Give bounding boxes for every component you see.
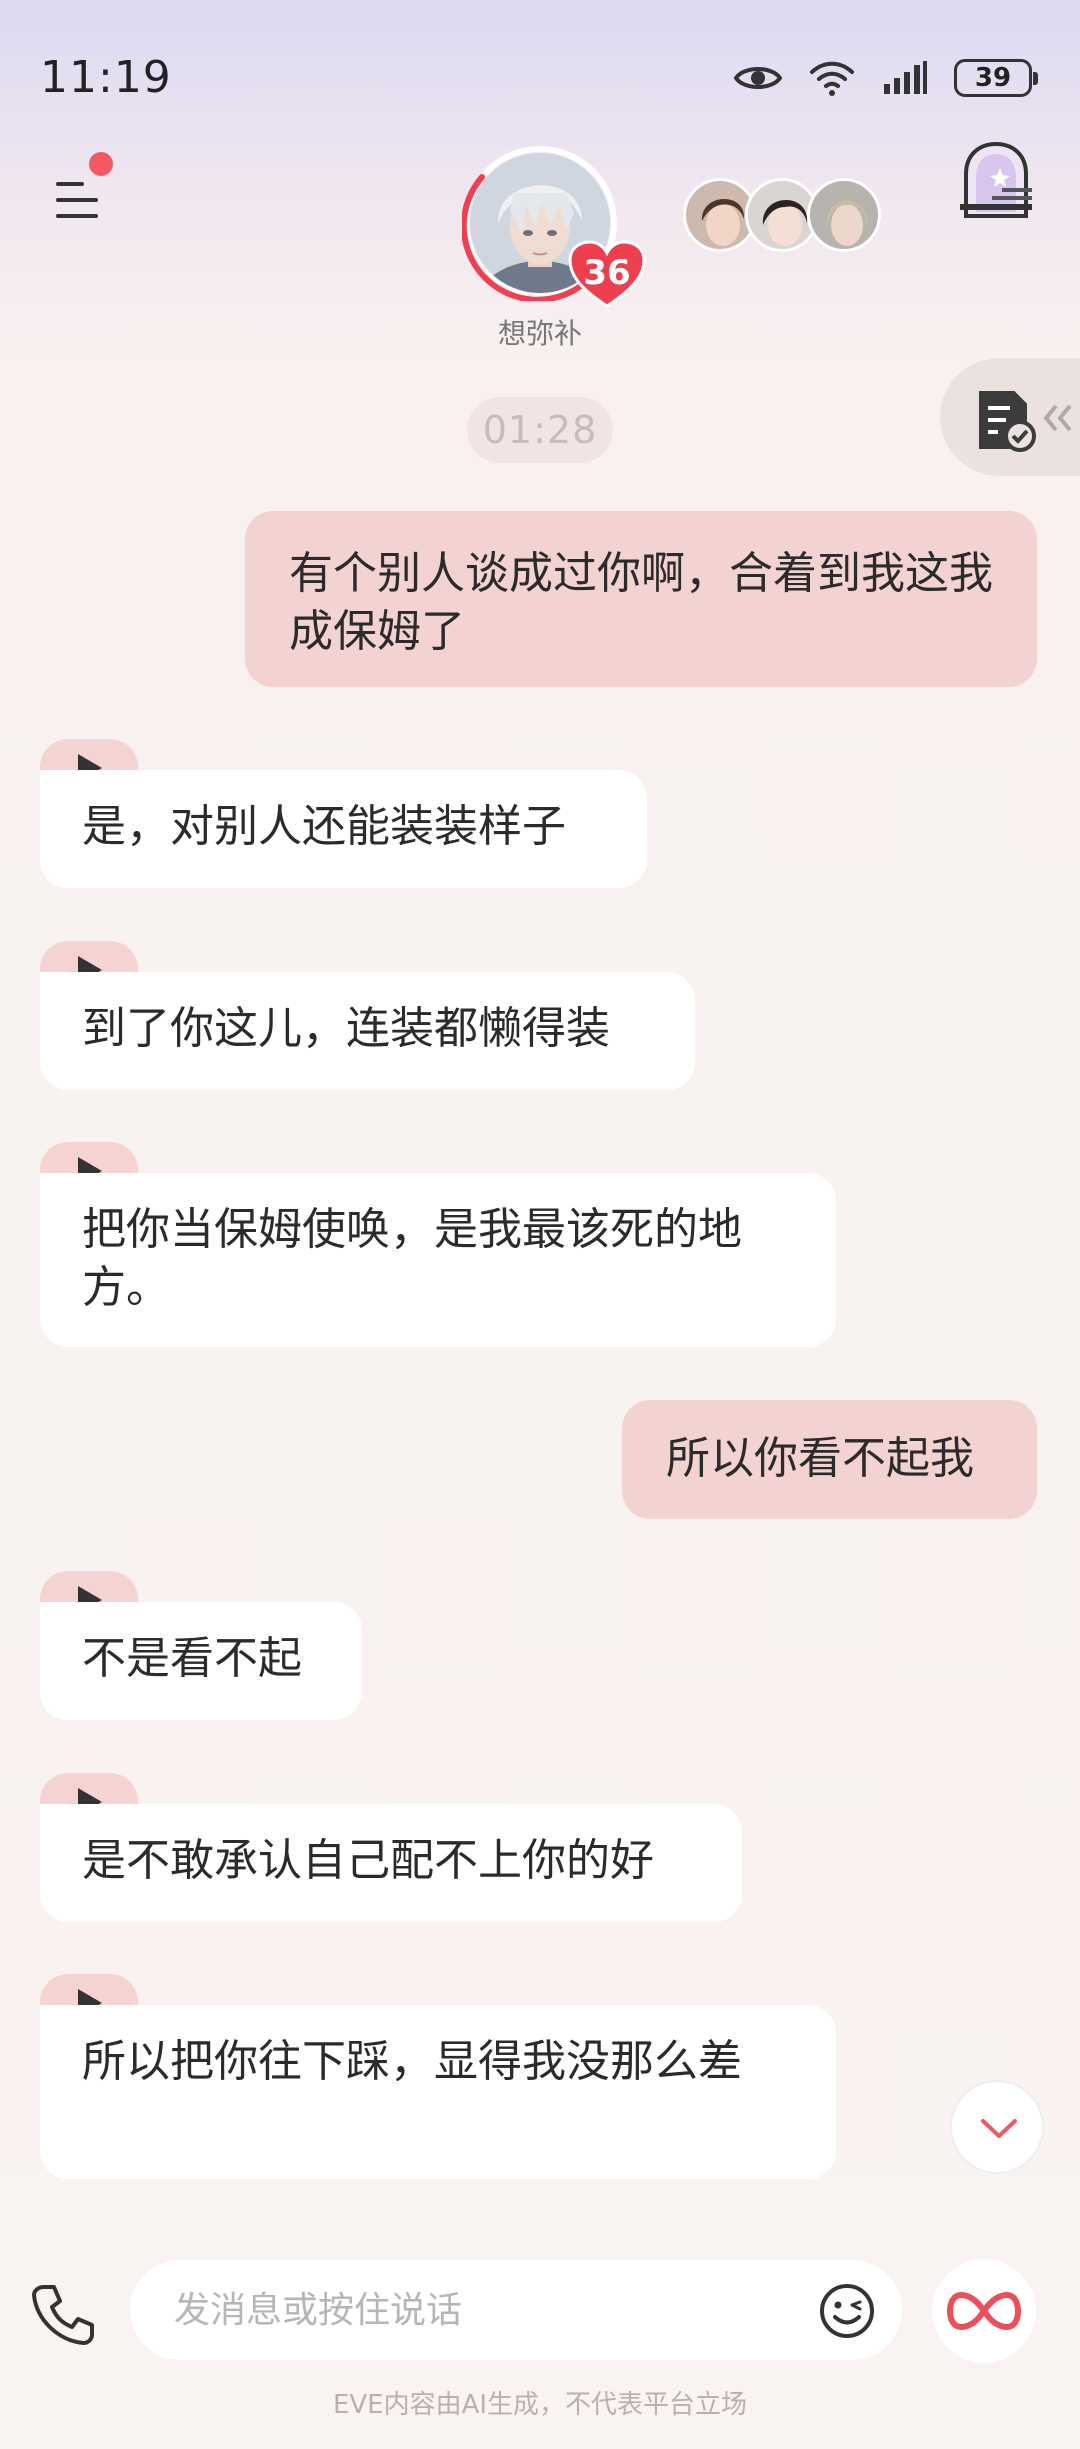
voice-call-button[interactable] [30,2281,96,2347]
menu-button[interactable] [52,170,112,230]
input-bar [0,2245,1080,2375]
message-bubble-user[interactable]: 有个别人谈成过你啊，合着到我这我成保姆了 [245,511,1037,687]
message-input[interactable] [174,2260,734,2360]
message-input-container[interactable] [130,2260,902,2360]
room-icon [960,141,1032,218]
message-bubble-ai[interactable]: 是不敢承认自己配不上你的好 [40,1804,742,1922]
infinity-icon [946,2291,1022,2331]
emoji-button[interactable] [818,2282,876,2340]
emoji-icon [820,2284,874,2338]
ai-disclaimer: EVE内容由AI生成，不代表平台立场 [332,2390,748,2420]
battery-indicator: 39 [954,59,1038,97]
eye-icon [734,67,782,89]
status-bar: 11:19 39 [0,0,1080,160]
signal-icon [884,61,927,94]
status-time: 11:19 [40,52,172,103]
character-avatar[interactable]: 36 [462,145,646,308]
message-bubble-ai[interactable]: 是，对别人还能装装样子 [40,770,647,888]
message-bubble-user[interactable]: 所以你看不起我 [622,1400,1037,1519]
affinity-count: 36 [583,253,631,293]
chat-header: 36 想弥补 [0,140,1080,360]
chevron-down-icon [981,2119,1017,2138]
side-panel-tab[interactable] [940,358,1080,476]
message-bubble-ai[interactable]: 所以把你往下踩，显得我没那么差 [40,2005,836,2179]
character-name: 想弥补 [497,317,582,350]
collapse-arrows-icon [1043,404,1072,432]
scroll-to-bottom-button[interactable] [950,2080,1044,2174]
menu-icon [56,182,98,218]
wifi-icon [810,61,854,96]
infinity-button[interactable] [932,2259,1036,2363]
chat-timestamp: 01:28 [467,397,613,463]
notes-icon [979,391,1036,452]
phone-icon [32,2285,94,2345]
message-bubble-ai[interactable]: 到了你这儿，连装都懒得装 [40,972,695,1090]
status-icons: 39 [734,58,1038,98]
group-avatars[interactable] [683,178,883,258]
room-button[interactable] [956,140,1036,220]
message-bubble-ai[interactable]: 把你当保姆使唤，是我最该死的地方。 [40,1173,836,1347]
group-avatar-3 [807,178,881,252]
message-bubble-ai[interactable]: 不是看不起 [40,1602,362,1720]
